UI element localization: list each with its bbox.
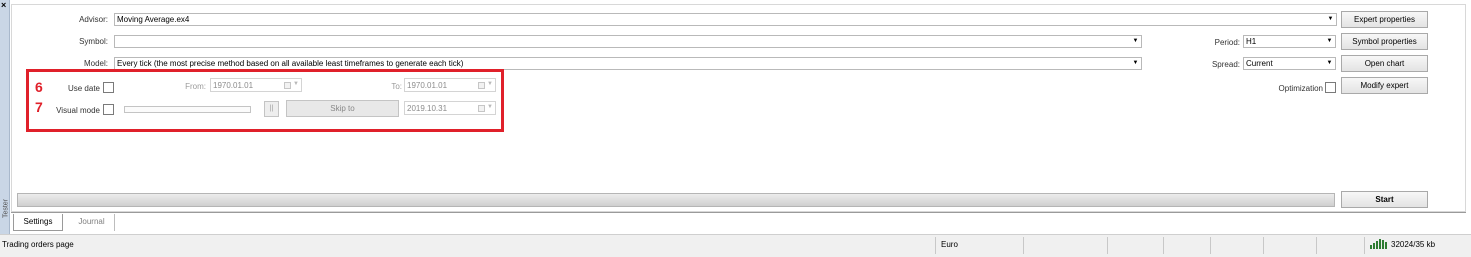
period-value: H1 (1246, 37, 1257, 46)
status-separator (1364, 237, 1365, 254)
status-separator (935, 237, 936, 254)
model-dropdown-icon[interactable]: ▼ (1131, 59, 1140, 68)
status-currency: Euro (941, 240, 958, 249)
annotation-number-7: 7 (35, 99, 43, 115)
expert-properties-button[interactable]: Expert properties (1341, 11, 1428, 28)
advisor-select[interactable]: Moving Average.ex4 ▼ (114, 13, 1337, 26)
tester-tabs: Settings Journal (11, 212, 1466, 232)
status-separator (1263, 237, 1264, 254)
model-value: Every tick (the most precise method base… (117, 59, 464, 68)
tab-settings[interactable]: Settings (13, 214, 63, 231)
close-icon[interactable]: × (1, 1, 6, 10)
symbol-properties-button[interactable]: Symbol properties (1341, 33, 1428, 50)
status-bar: Trading orders page Euro 32024/35 kb (0, 234, 1471, 257)
modify-expert-button[interactable]: Modify expert (1341, 77, 1428, 94)
model-label: Model: (83, 59, 108, 68)
tab-journal[interactable]: Journal (69, 214, 115, 231)
optimization-label: Optimization (1278, 84, 1323, 93)
tester-side-strip: × Tester (0, 0, 10, 234)
status-separator (1163, 237, 1164, 254)
status-traffic: 32024/35 kb (1391, 240, 1436, 249)
symbol-dropdown-icon[interactable]: ▼ (1131, 37, 1140, 46)
tester-side-label: Tester (2, 198, 10, 219)
advisor-dropdown-icon[interactable]: ▼ (1326, 15, 1335, 24)
status-separator (1023, 237, 1024, 254)
status-separator (1107, 237, 1108, 254)
spread-dropdown-icon[interactable]: ▼ (1325, 59, 1334, 68)
status-separator (1210, 237, 1211, 254)
spread-select[interactable]: Current ▼ (1243, 57, 1336, 70)
status-message: Trading orders page (2, 240, 74, 249)
symbol-select[interactable]: ▼ (114, 35, 1142, 48)
period-label: Period: (1214, 38, 1240, 47)
optimization-checkbox[interactable] (1325, 82, 1336, 93)
period-select[interactable]: H1 ▼ (1243, 35, 1336, 48)
advisor-label: Advisor: (79, 15, 108, 24)
period-dropdown-icon[interactable]: ▼ (1325, 37, 1334, 46)
spread-value: Current (1246, 59, 1273, 68)
symbol-label: Symbol: (79, 37, 108, 46)
connection-bars-icon (1370, 239, 1387, 249)
annotation-number-6: 6 (35, 79, 43, 95)
status-separator (1316, 237, 1317, 254)
spread-label: Spread: (1211, 60, 1240, 69)
start-button[interactable]: Start (1341, 191, 1428, 208)
advisor-value: Moving Average.ex4 (117, 15, 190, 24)
annotation-highlight-box (26, 69, 504, 132)
test-progress-bar (17, 193, 1335, 207)
open-chart-button[interactable]: Open chart (1341, 55, 1428, 72)
